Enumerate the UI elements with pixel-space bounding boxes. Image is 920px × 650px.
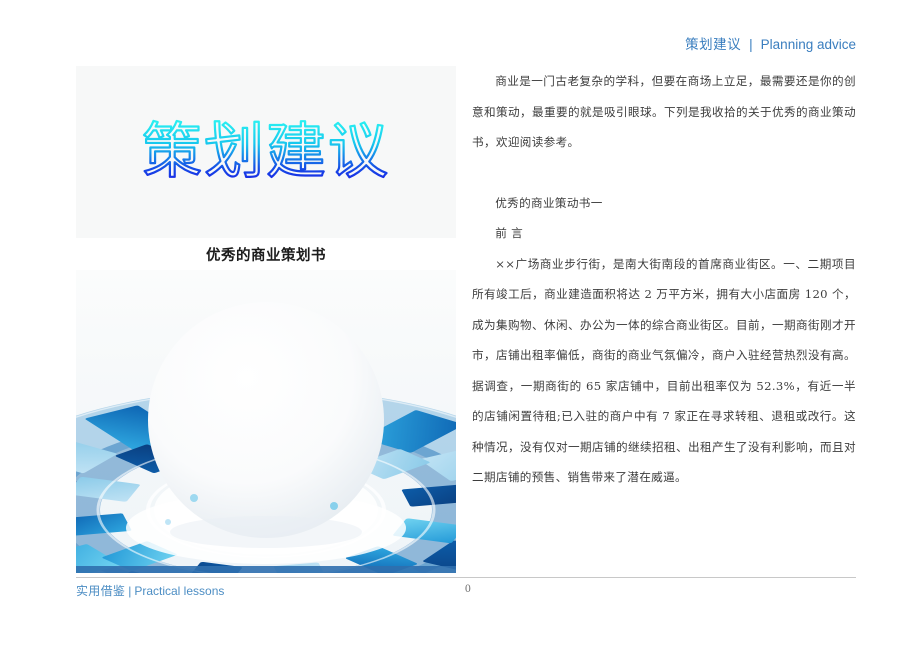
header-title-en: Planning advice [760, 37, 856, 52]
footer-label-group: 实用借鉴 | Practical lessons [76, 582, 224, 599]
footer-title-en: Practical lessons [134, 584, 225, 598]
paragraph-preface-label: 前 言 [495, 226, 524, 240]
footer-separator: | [128, 584, 132, 598]
figure-title-panel: 策划建议 [76, 66, 456, 238]
paragraph-intro: 商业是一门古老复杂的学科，但要在商场上立足，最需要还是你的创意和策动，最重要的就… [472, 74, 856, 149]
footer-divider [76, 577, 856, 578]
page-number: 0 [465, 583, 471, 595]
header-title-cn: 策划建议 [685, 37, 742, 53]
page-footer: 实用借鉴 | Practical lessons 0 [76, 582, 856, 600]
paragraph-heading-one: 优秀的商业策动书一 [495, 195, 603, 210]
paragraph-main-body: ××广场商业步行街，是南大街南段的首席商业街区。一、二期项目所有竣工后，商业建造… [472, 256, 856, 485]
figure-illustration [76, 270, 456, 573]
blue-mosaic-ring-sphere-icon [76, 270, 456, 573]
figure-column: 策划建议 优秀的商业策划书 [76, 66, 456, 573]
header-separator: | [749, 37, 753, 52]
document-page: 策划建议 | Planning advice 策划建议 优秀的商业策划书 商业是… [0, 0, 920, 650]
planning-advice-title-graphic: 策划建议 [141, 116, 390, 188]
figure-caption: 优秀的商业策划书 [76, 238, 456, 270]
footer-title-cn: 实用借鉴 [76, 584, 126, 598]
page-header: 策划建议 | Planning advice [685, 33, 856, 53]
body-text-column: 商业是一门古老复杂的学科，但要在商场上立足，最需要还是你的创意和策动，最重要的就… [472, 66, 856, 493]
svg-text:策划建议: 策划建议 [142, 117, 390, 187]
